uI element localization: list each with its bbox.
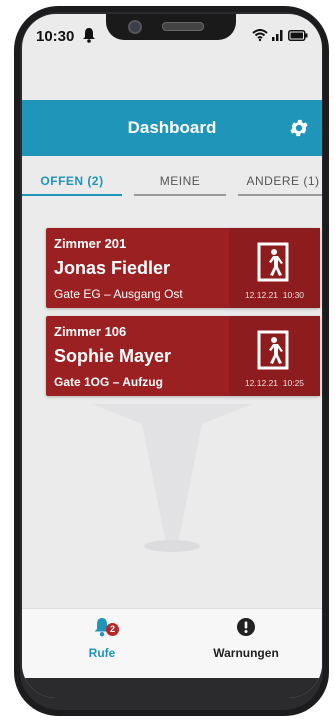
card-status-panel: 12.12.21 10:30 bbox=[229, 228, 320, 308]
gear-icon[interactable] bbox=[288, 117, 310, 139]
nav-item-warnungen[interactable]: Warnungen bbox=[186, 617, 306, 660]
calls-badge: 2 bbox=[106, 623, 119, 636]
front-camera-icon bbox=[128, 20, 142, 34]
app-header: Dashboard bbox=[22, 100, 322, 156]
card-room: Zimmer 106 bbox=[54, 324, 127, 339]
page-title: Dashboard bbox=[127, 118, 217, 137]
speaker-grille bbox=[162, 22, 204, 31]
card-time: 10:30 bbox=[282, 290, 305, 300]
exit-door-icon bbox=[257, 330, 289, 370]
signal-icon bbox=[272, 28, 284, 46]
notification-bell-icon bbox=[82, 27, 96, 48]
battery-icon bbox=[288, 28, 308, 46]
card-person-name: Sophie Mayer bbox=[54, 346, 172, 366]
card-room: Zimmer 201 bbox=[54, 236, 127, 251]
tab-andere[interactable]: ANDERE (1) bbox=[238, 168, 322, 204]
background-marker-illustration bbox=[92, 404, 252, 552]
card-person-name: Jonas Fiedler bbox=[54, 258, 171, 278]
card-timestamp: 12.12.21 10:30 bbox=[229, 290, 320, 300]
tab-label: ANDERE (1) bbox=[246, 174, 320, 188]
alarm-card[interactable]: Zimmer 201 Jonas Fiedler Gate EG – Ausga… bbox=[46, 228, 320, 308]
tab-bar: OFFEN (2) MEINE ANDERE (1) bbox=[22, 168, 322, 204]
tab-indicator bbox=[134, 194, 226, 196]
tab-label: OFFEN (2) bbox=[40, 174, 104, 188]
card-timestamp: 12.12.21 10:25 bbox=[229, 378, 320, 388]
tab-indicator bbox=[22, 194, 122, 196]
card-date: 12.12.21 bbox=[244, 290, 279, 300]
wifi-icon bbox=[252, 28, 268, 46]
card-status-panel: 12.12.21 10:25 bbox=[229, 316, 320, 396]
app-screen: 10:30 Dashboard OFFEN (2) MEINE ANDERE (… bbox=[22, 14, 322, 698]
tab-meine[interactable]: MEINE bbox=[134, 168, 226, 204]
exit-door-icon bbox=[257, 242, 289, 282]
exclamation-circle-icon bbox=[236, 618, 256, 641]
phone-bottom-bezel bbox=[22, 678, 322, 698]
status-bar: 10:30 bbox=[22, 14, 322, 56]
card-date: 12.12.21 bbox=[244, 378, 279, 388]
tab-label: MEINE bbox=[159, 174, 201, 188]
status-time: 10:30 bbox=[36, 28, 75, 45]
card-time: 10:25 bbox=[282, 378, 305, 388]
tab-offen[interactable]: OFFEN (2) bbox=[22, 168, 122, 204]
card-gate: Gate EG – Ausgang Ost bbox=[54, 287, 183, 301]
card-gate: Gate 1OG – Aufzug bbox=[54, 375, 163, 389]
camera-notch bbox=[106, 14, 236, 40]
alarm-card[interactable]: Zimmer 106 Sophie Mayer Gate 1OG – Aufzu… bbox=[46, 316, 320, 396]
nav-item-rufe[interactable]: 2 Rufe bbox=[42, 617, 162, 660]
system-icons bbox=[252, 28, 308, 46]
tab-indicator bbox=[238, 194, 322, 196]
nav-label-warnungen: Warnungen bbox=[213, 646, 279, 660]
nav-label-rufe: Rufe bbox=[88, 646, 116, 660]
bottom-navigation: 2 Rufe Warnungen bbox=[22, 608, 322, 679]
